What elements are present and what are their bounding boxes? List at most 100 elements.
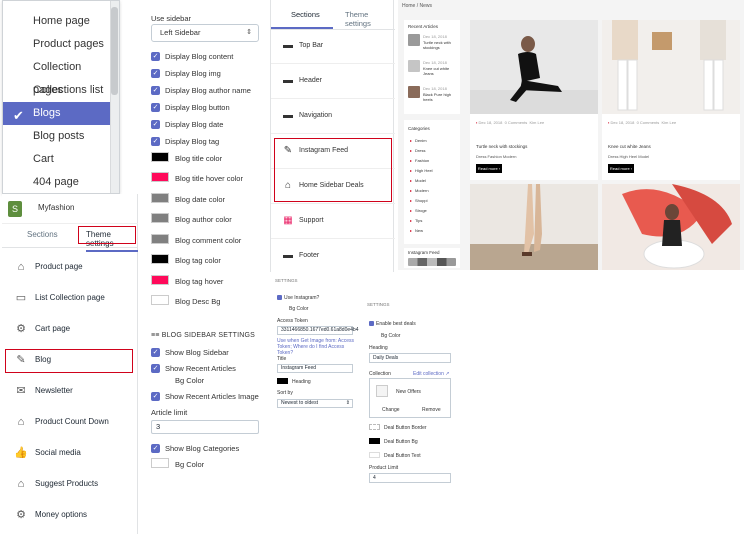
category-link[interactable]: High Heel [415, 168, 433, 173]
dropdown-item-blog-posts[interactable]: Blog posts [3, 125, 111, 148]
color-swatch[interactable] [151, 458, 169, 468]
setting-item-social[interactable]: 👍 Social media [2, 438, 138, 469]
color-swatch[interactable] [151, 295, 169, 305]
checkbox[interactable]: ✓ [151, 120, 160, 129]
tab-sections[interactable]: Sections [27, 230, 58, 239]
category-link[interactable]: New [415, 228, 423, 233]
post-author: Kim Lee [529, 120, 545, 125]
read-more-button[interactable]: Read more › [608, 164, 634, 173]
checkbox[interactable] [277, 295, 282, 300]
remove-button[interactable]: Remove [422, 407, 441, 413]
setting-item-list-collection[interactable]: ▭ List Collection page [2, 283, 138, 314]
dropdown-item-collections-list[interactable]: Collections list [3, 79, 111, 102]
template-dropdown[interactable]: Home page Product pages Collection pages… [2, 0, 120, 194]
checkbox[interactable]: ✓ [151, 348, 160, 357]
section-item-navigation[interactable]: ▬ Navigation [271, 99, 395, 134]
bullet-icon: ▸ [410, 228, 413, 233]
category-link[interactable]: Stroge [415, 208, 427, 213]
tag-icon: ⌂ [17, 478, 25, 490]
color-swatch[interactable] [151, 254, 169, 264]
checkbox[interactable]: ✓ [151, 392, 160, 401]
sort-select[interactable]: Newest to oldest ⇕ [277, 399, 353, 408]
image-icon: ▦ [283, 215, 293, 226]
color-swatch[interactable] [151, 234, 169, 244]
use-sidebar-select[interactable]: Left Sidebar ⇕ [151, 24, 259, 42]
change-button[interactable]: Change [382, 407, 400, 413]
category-link[interactable]: Dress [415, 148, 425, 153]
article-limit-input[interactable]: 3 [151, 420, 259, 434]
setting-item-money[interactable]: ⚙ Money options [2, 500, 138, 531]
book-icon: ▭ [15, 292, 27, 304]
setting-item-label: Cart page [35, 324, 71, 333]
color-swatch[interactable] [369, 424, 380, 430]
recent-title[interactable]: Black Pure high heels [423, 92, 459, 102]
scrollbar-thumb[interactable] [111, 7, 118, 95]
post-image [470, 20, 598, 114]
section-label: Footer [299, 252, 320, 259]
dropdown-scrollbar[interactable] [110, 1, 119, 193]
edit-collection-link[interactable]: Edit collection ↗ [413, 371, 449, 377]
heading-input[interactable]: Daily Deals [369, 353, 451, 363]
setting-item-label: Product Count Down [35, 417, 109, 426]
color-swatch[interactable] [277, 378, 288, 384]
access-token-input[interactable]: 3311466850.1677ed0.61a8d0e4b4 [277, 326, 359, 335]
category-link[interactable]: Denim [415, 138, 427, 143]
color-swatch[interactable] [151, 193, 169, 203]
shopify-bag-icon: S [8, 201, 22, 217]
recent-title[interactable]: Turtle neck with stockings [423, 40, 459, 50]
recent-title[interactable]: Knee cut white Jeans [423, 66, 459, 76]
tab-sections[interactable]: Sections [291, 10, 320, 19]
color-swatch[interactable] [151, 275, 169, 285]
color-swatch[interactable] [369, 438, 380, 444]
section-item-top-bar[interactable]: ▬ Top Bar [271, 29, 395, 64]
checkbox[interactable]: ✓ [151, 364, 160, 373]
setting-item-newsletter[interactable]: ✉ Newsletter [2, 376, 138, 407]
checkbox[interactable]: ✓ [151, 86, 160, 95]
collection-label: Collection [369, 371, 391, 377]
category-link[interactable]: Shoppi [415, 198, 427, 203]
category-link[interactable]: Model [415, 178, 426, 183]
product-limit-label: Product Limit [369, 465, 399, 471]
setting-item-product-page[interactable]: ⌂ Product page [2, 252, 138, 283]
checkbox[interactable]: ✓ [151, 103, 160, 112]
help-link[interactable]: Use when Get Image from: Access Token; W… [277, 338, 355, 356]
category-link[interactable]: Fashion [415, 158, 429, 163]
checkbox[interactable]: ✓ [151, 52, 160, 61]
section-label: Top Bar [299, 42, 324, 49]
post-tags[interactable]: Dress High Heel Model [608, 154, 649, 159]
category-link[interactable]: Modern [415, 188, 429, 193]
post-tags[interactable]: Dress Fashion Modern [476, 154, 516, 159]
dropdown-item-cart[interactable]: Cart [3, 148, 111, 171]
sort-label: Sort by [277, 390, 293, 396]
setting-item-cart-page[interactable]: ⚙ Cart page [2, 314, 138, 345]
checkbox[interactable]: ✓ [151, 137, 160, 146]
category-link[interactable]: Tips [415, 218, 422, 223]
dropdown-item-product[interactable]: Product pages [3, 33, 111, 56]
checkbox[interactable] [369, 321, 374, 326]
dropdown-item-404[interactable]: 404 page [3, 171, 111, 193]
tab-theme-settings[interactable]: Theme settings [345, 10, 393, 28]
color-swatch[interactable] [151, 213, 169, 223]
button-label: Read more [609, 166, 630, 171]
dropdown-item-collection[interactable]: Collection pages [3, 56, 111, 96]
color-swatch[interactable] [151, 152, 169, 162]
title-input[interactable]: Instagram Feed [277, 364, 353, 373]
read-more-button[interactable]: Read more › [476, 164, 502, 173]
checkbox[interactable]: ✓ [151, 444, 160, 453]
section-item-footer[interactable]: ▬ Footer [271, 239, 395, 274]
section-item-support[interactable]: ▦ Support [271, 204, 395, 239]
color-swatch[interactable] [369, 452, 380, 458]
setting-item-countdown[interactable]: ⌂ Product Count Down [2, 407, 138, 438]
post-title[interactable]: Turtle neck with stockings [476, 144, 527, 149]
checkmark-icon: ✔ [13, 108, 24, 123]
dropdown-item-home[interactable]: Home page [3, 10, 111, 33]
section-label: Support [299, 217, 324, 224]
product-limit-input[interactable]: 4 [369, 473, 451, 483]
color-swatch[interactable] [151, 172, 169, 182]
checkbox[interactable]: ✓ [151, 69, 160, 78]
setting-item-suggest[interactable]: ⌂ Suggest Products [2, 469, 138, 500]
section-item-header[interactable]: ▬ Header [271, 64, 395, 99]
use-sidebar-label: Use sidebar [151, 14, 192, 23]
dropdown-item-blogs[interactable]: ✔ Blogs [3, 102, 111, 125]
post-title[interactable]: Knee cut white Jeans [608, 144, 651, 149]
